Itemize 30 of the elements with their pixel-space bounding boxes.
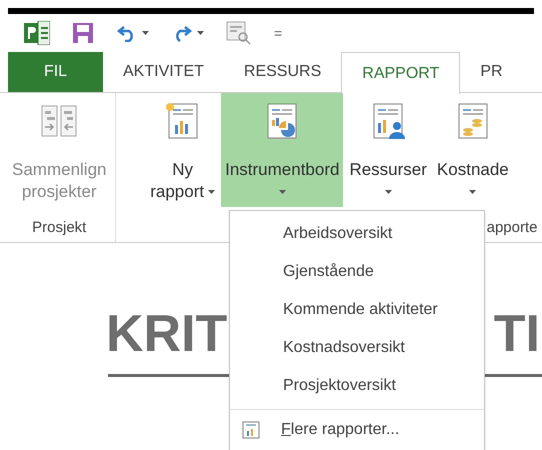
ribbon-button[interactable]: Kostnade xyxy=(432,93,513,207)
ribbon-tab[interactable]: PR xyxy=(460,52,523,92)
menu-item[interactable]: Kostnadsoversikt xyxy=(230,329,484,367)
print-preview-icon[interactable] xyxy=(226,21,252,45)
file-tab[interactable]: FIL xyxy=(8,52,103,92)
caret-icon xyxy=(208,190,216,194)
ribbon-tab[interactable]: RAPPORT xyxy=(341,52,460,94)
menu-item[interactable]: Kommende aktiviteter xyxy=(230,291,484,329)
caret-icon xyxy=(384,190,392,194)
ribbon-button[interactable]: Instrumentbord xyxy=(221,93,344,207)
ribbon-button[interactable]: Ny rapport xyxy=(146,93,220,207)
group-label: apporte xyxy=(486,218,538,238)
app-logo-icon[interactable] xyxy=(24,21,50,45)
report-title: TI xyxy=(494,308,540,360)
customize-toolbar-button[interactable]: = xyxy=(274,26,282,40)
caret-icon xyxy=(469,190,476,194)
menu-item[interactable]: Flere rapporter... xyxy=(230,412,484,448)
caret-icon xyxy=(197,31,204,35)
ribbon-button[interactable]: Ressurser xyxy=(345,93,431,207)
menu-item[interactable]: Gjenstående xyxy=(230,253,484,291)
group-label: Prosjekt xyxy=(32,218,86,238)
save-icon[interactable] xyxy=(72,22,94,44)
caret-icon xyxy=(278,190,286,194)
menu-item[interactable]: Prosjektoversikt xyxy=(230,367,484,405)
ribbon-tab[interactable]: AKTIVITET xyxy=(103,52,224,92)
caret-icon xyxy=(142,31,149,35)
report-title: KRIT xyxy=(106,308,228,360)
report-icon xyxy=(242,421,260,439)
ribbon-tab[interactable]: RESSURS xyxy=(224,52,342,92)
menu-item[interactable]: Arbeidsoversikt xyxy=(230,215,484,253)
